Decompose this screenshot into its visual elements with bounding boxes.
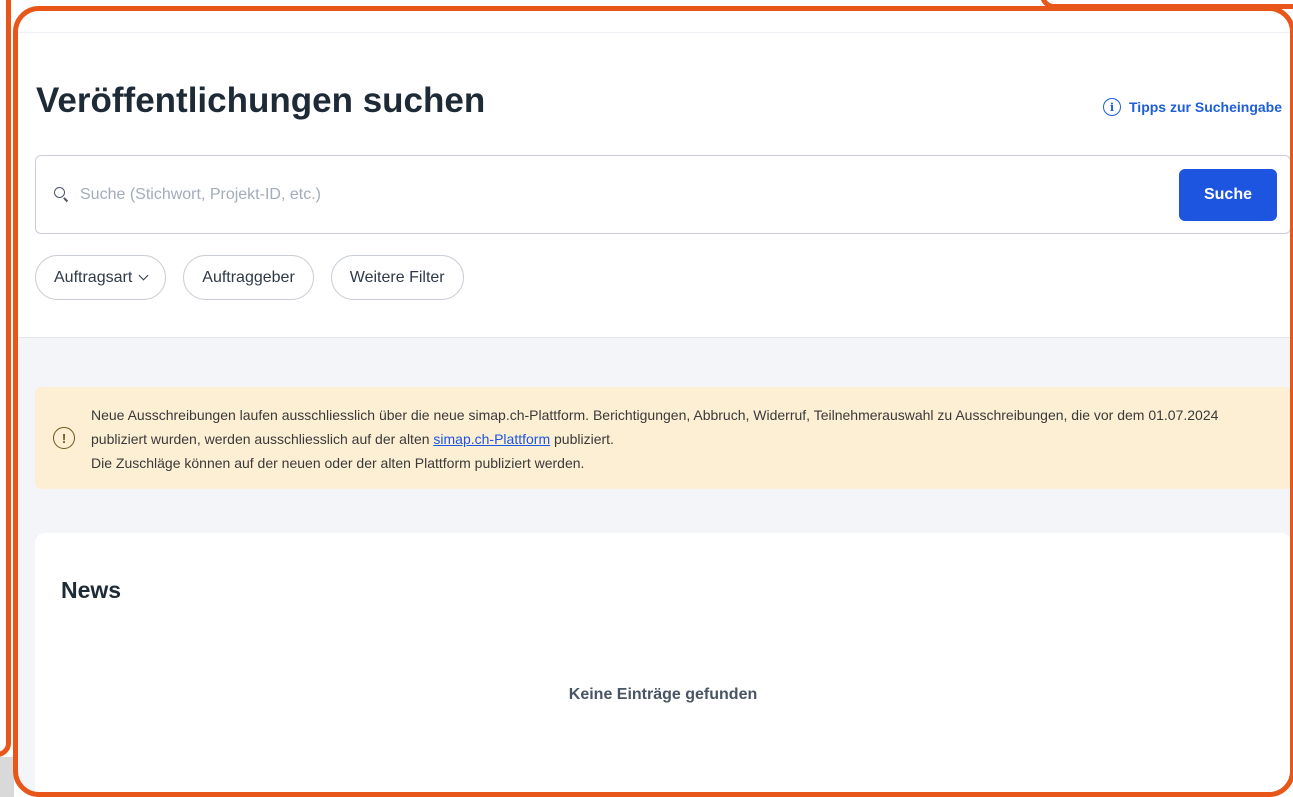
filter-weitere-filter-label: Weitere Filter [349,268,445,286]
search-tips-label: Tipps zur Sucheingabe [1129,99,1282,115]
filter-auftragsart-label: Auftragsart [54,268,133,286]
old-platform-link[interactable]: simap.ch-Plattform [433,431,550,447]
annotation-frame-main: Veröffentlichungen suchen i Tipps zur Su… [13,6,1293,797]
background-panel-edge [0,757,14,797]
news-title: News [61,577,122,603]
filter-weitere-filter[interactable]: Weitere Filter [330,255,464,300]
warning-icon: ! [53,427,75,449]
search-section: Veröffentlichungen suchen i Tipps zur Su… [18,11,1290,338]
search-input[interactable] [78,184,1179,205]
page-title: Veröffentlichungen suchen [36,81,486,120]
info-icon: i [1103,98,1121,116]
notice-text: Neue Ausschreibungen laufen ausschliessl… [91,403,1271,475]
filter-auftraggeber-label: Auftraggeber [202,268,295,286]
notice-text-part1: Neue Ausschreibungen laufen ausschliessl… [91,407,1219,447]
news-empty-message: Keine Einträge gefunden [568,686,758,703]
filter-auftraggeber[interactable]: Auftraggeber [183,255,314,300]
divider [18,32,1290,33]
search-tips-link[interactable]: i Tipps zur Sucheingabe [1103,98,1282,116]
chevron-down-icon [138,270,149,281]
search-box: Suche [35,155,1290,234]
annotation-frame-left [0,0,11,757]
filter-auftragsart[interactable]: Auftragsart [35,255,167,300]
filter-bar: Auftragsart Auftraggeber Weitere Filter [35,255,464,300]
search-button[interactable]: Suche [1179,168,1277,221]
notice-text-part2: publiziert. [550,431,614,447]
news-card: News Keine Einträge gefunden [35,533,1290,792]
search-icon [54,186,70,203]
notice-text-line2: Die Zuschläge können auf der neuen oder … [91,455,585,471]
notice-banner: ! Neue Ausschreibungen laufen ausschlies… [35,387,1290,489]
